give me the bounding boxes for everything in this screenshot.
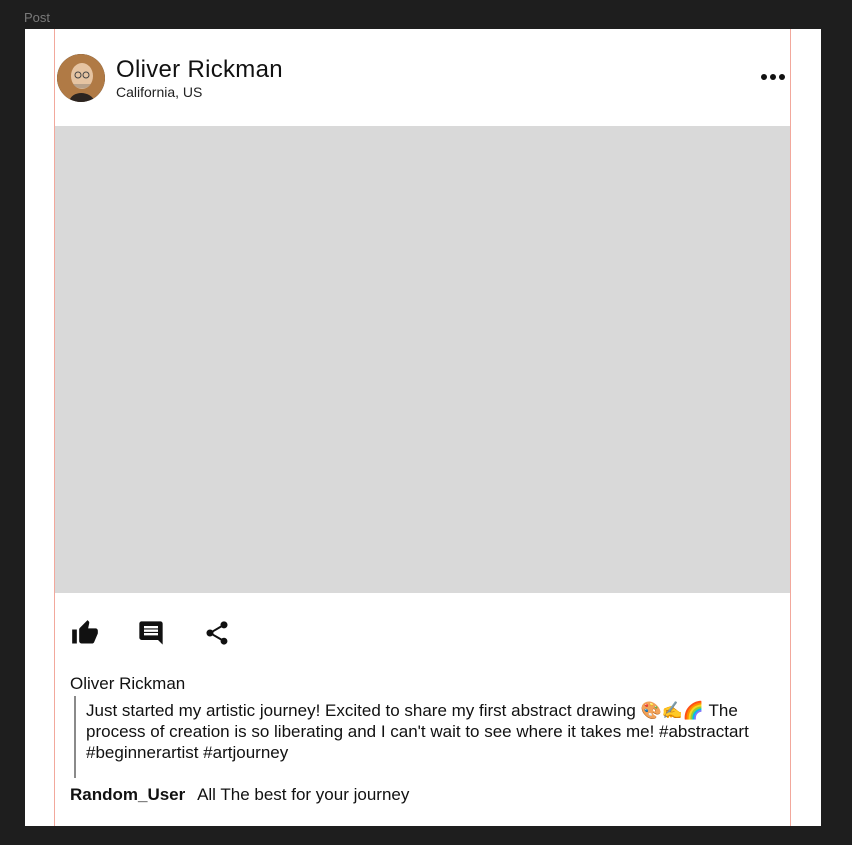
caption-text: Just started my artistic journey! Excite… <box>74 696 754 778</box>
author-location: California, US <box>116 84 203 100</box>
comment-icon <box>139 621 163 645</box>
post-header: Oliver Rickman California, US <box>55 29 790 126</box>
more-options-button[interactable] <box>758 67 788 87</box>
post-image-placeholder <box>55 126 790 593</box>
share-button[interactable] <box>202 619 232 647</box>
comment-button[interactable] <box>136 619 166 647</box>
share-icon <box>206 621 228 645</box>
caption-author[interactable]: Oliver Rickman <box>70 674 185 694</box>
frame-label: Post <box>24 10 51 25</box>
author-name[interactable]: Oliver Rickman <box>116 56 283 84</box>
like-button[interactable] <box>70 619 100 647</box>
post-card: Oliver Rickman California, US Oliver Ric… <box>25 29 821 826</box>
comment-user[interactable]: Random_User <box>70 785 185 804</box>
avatar[interactable] <box>57 54 105 102</box>
layout-guide-right <box>790 29 791 826</box>
avatar-image <box>57 54 105 102</box>
ellipsis-icon <box>761 74 785 80</box>
comment-text: All The best for your journey <box>197 785 410 804</box>
thumbs-up-icon <box>72 620 98 644</box>
comment-item: Random_User All The best for your journe… <box>70 785 409 805</box>
